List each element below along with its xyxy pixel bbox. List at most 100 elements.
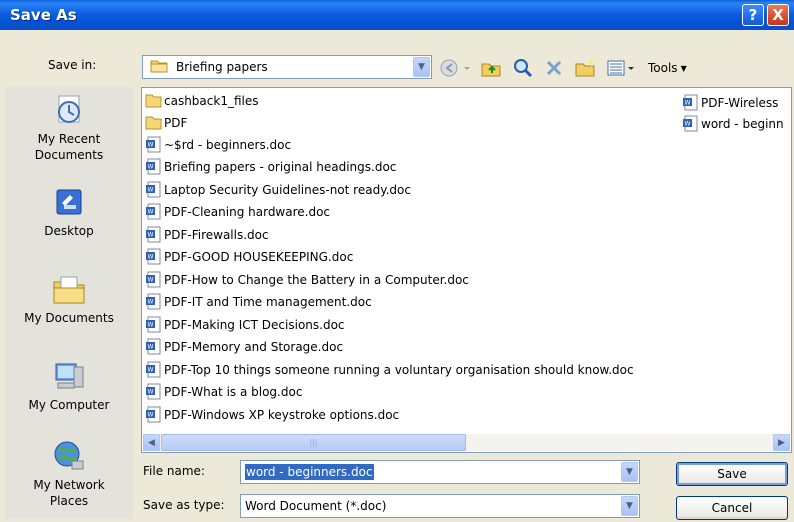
list-item[interactable]: W PDF-Making ICT Decisions.doc [145,315,345,334]
file-name: ~$rd - beginners.doc [164,137,292,152]
help-icon: ? [748,6,758,24]
recent-documents-icon [58,95,80,123]
close-icon: X [772,6,784,24]
place-label: Places [49,494,89,508]
title-bar[interactable]: Save As ? X [0,0,794,30]
list-item[interactable]: W PDF-Windows XP keystroke options.doc [145,405,399,424]
list-item[interactable]: W PDF-Firewalls.doc [145,225,269,244]
scrollbar-thumb[interactable]: ||| [161,434,466,451]
tools-label: Tools [648,61,678,75]
word-doc-icon: W [146,181,161,198]
place-label: My Documents [24,311,114,325]
list-item[interactable]: W PDF-Cleaning hardware.doc [145,202,330,221]
my-computer-icon [55,363,84,389]
list-item[interactable]: W PDF-GOOD HOUSEKEEPING.doc [145,247,353,266]
list-item[interactable]: W PDF-IT and Time management.doc [145,292,372,311]
file-name: PDF-Firewalls.doc [164,227,269,242]
word-doc-icon: W [146,248,161,265]
back-button[interactable] [440,58,470,78]
list-item[interactable]: W Laptop Security Guidelines-not ready.d… [145,180,411,199]
save-in-dropdown[interactable]: Briefing papers ▼ [142,55,432,79]
file-name: PDF-Cleaning hardware.doc [164,204,331,219]
file-name: cashback1_files [164,93,259,108]
place-my-recent-documents[interactable]: My Recent Documents [5,93,133,163]
svg-text:W: W [685,121,691,128]
svg-text:W: W [148,209,154,216]
places-bar: My Recent Documents Desktop My Documents… [5,87,133,519]
word-doc-icon: W [146,293,161,310]
list-item[interactable]: W ~$rd - beginners.doc [145,135,291,154]
search-web-icon[interactable] [512,58,534,78]
save-as-type-dropdown[interactable]: Word Document (*.doc) ▼ [240,494,640,518]
save-as-dialog: Save As ? X Save in: Briefing papers ▼ T… [0,0,794,522]
toolbar: Tools ▼ [440,55,697,81]
chevron-down-icon: ▼ [680,63,687,73]
svg-text:W: W [148,164,154,171]
word-doc-icon: W [146,203,161,220]
svg-text:W: W [148,299,154,306]
word-doc-icon: W [146,383,161,400]
place-my-documents[interactable]: My Documents [5,272,133,326]
word-doc-icon: W [146,361,161,378]
horizontal-scrollbar[interactable]: ◀ ||| ▶ [143,434,790,451]
place-my-network-places[interactable]: My Network Places [5,439,133,509]
save-button-label: Save [717,467,747,481]
save-button[interactable]: Save [676,462,788,486]
svg-text:W: W [148,389,154,396]
file-name: PDF-Top 10 things someone running a volu… [164,362,634,377]
place-label: Documents [34,148,104,162]
file-name: PDF-Memory and Storage.doc [164,339,344,354]
cancel-button-label: Cancel [711,501,753,515]
svg-text:W: W [148,232,154,239]
list-item[interactable]: W Briefing papers - original headings.do… [145,157,396,176]
up-folder-icon[interactable] [480,58,502,78]
place-label: My Recent [37,132,101,146]
chevron-down-icon[interactable]: ▼ [621,462,638,482]
svg-text:W: W [148,254,154,261]
place-my-computer[interactable]: My Computer [5,359,133,413]
tools-menu-button[interactable]: Tools ▼ [648,61,687,75]
word-doc-icon: W [683,94,698,111]
close-button[interactable]: X [767,4,789,26]
file-name: PDF-Making ICT Decisions.doc [164,317,345,332]
place-desktop[interactable]: Desktop [5,185,133,239]
scroll-right-icon[interactable]: ▶ [773,434,790,451]
place-label: My Network [33,478,105,492]
list-item[interactable]: W PDF-What is a blog.doc [145,382,302,401]
list-item[interactable]: W PDF-How to Change the Battery in a Com… [145,270,469,289]
file-name-value: word - beginners.doc [241,464,621,480]
list-item[interactable]: cashback1_files [145,91,259,110]
dialog-title: Save As [10,6,77,24]
file-list[interactable]: cashback1_files PDF W ~$rd - beginners.d… [141,87,792,453]
cancel-button[interactable]: Cancel [676,496,788,520]
word-doc-icon: W [146,271,161,288]
save-as-type-value: Word Document (*.doc) [245,499,387,513]
svg-text:W: W [685,100,691,107]
word-doc-icon: W [146,136,161,153]
file-name: Briefing papers - original headings.doc [164,159,397,174]
file-name: word - beginn [701,116,784,131]
save-in-value: Briefing papers [176,60,268,74]
svg-text:W: W [148,142,154,149]
file-name: PDF-What is a blog.doc [164,384,303,399]
list-item[interactable]: W PDF-Wireless [682,93,778,112]
views-menu-icon[interactable] [606,58,636,78]
file-name: PDF-IT and Time management.doc [164,294,372,309]
list-item[interactable]: W PDF-Memory and Storage.doc [145,337,343,356]
folder-icon [145,116,162,130]
list-item[interactable]: W word - beginn [682,114,784,133]
help-button[interactable]: ? [742,4,764,26]
desktop-icon [56,189,82,215]
list-item[interactable]: PDF [145,113,187,132]
delete-icon[interactable] [544,58,564,78]
list-item[interactable]: W PDF-Top 10 things someone running a vo… [145,360,634,379]
scroll-left-icon[interactable]: ◀ [143,434,160,451]
new-folder-icon[interactable] [574,58,596,78]
place-label: Desktop [44,224,94,238]
place-label: My Computer [28,398,110,412]
file-name-input[interactable]: word - beginners.doc ▼ [240,460,640,484]
chevron-down-icon[interactable]: ▼ [621,496,638,516]
chevron-down-icon[interactable]: ▼ [413,57,430,77]
svg-text:W: W [148,412,154,419]
svg-text:W: W [148,322,154,329]
